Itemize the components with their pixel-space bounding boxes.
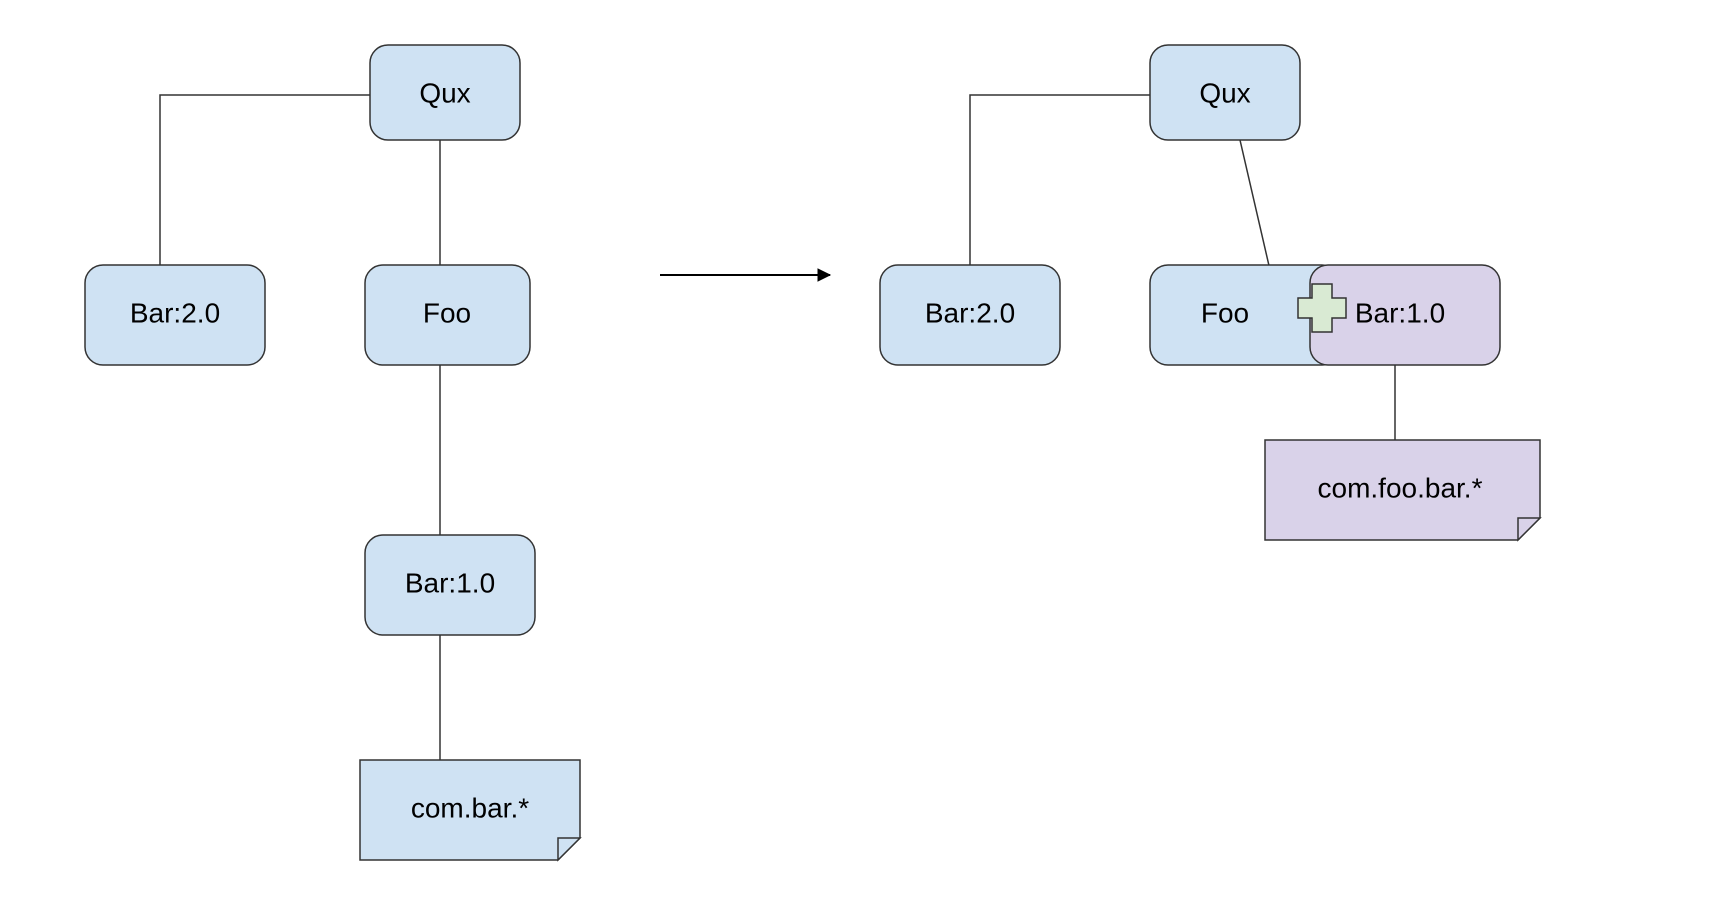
note-comfoobar-right: com.foo.bar.* (1265, 440, 1540, 540)
note-combar-left: com.bar.* (360, 760, 580, 860)
edge-qux-foo-right (1240, 140, 1270, 270)
label-note-right: com.foo.bar.* (1318, 472, 1483, 503)
label-foo-left: Foo (423, 297, 471, 328)
edge-qux-bar20-left (160, 95, 370, 265)
transition-arrow (660, 269, 830, 281)
label-qux-left: Qux (419, 77, 470, 108)
label-bar20-left: Bar:2.0 (130, 297, 220, 328)
label-bar10-right: Bar:1.0 (1355, 297, 1445, 328)
diagram-canvas: Qux Bar:2.0 Foo Bar:1.0 com.bar.* Qux (0, 0, 1726, 922)
node-bar20-right: Bar:2.0 (880, 265, 1060, 365)
label-bar20-right: Bar:2.0 (925, 297, 1015, 328)
label-qux-right: Qux (1199, 77, 1250, 108)
node-foo-left: Foo (365, 265, 530, 365)
node-qux-right: Qux (1150, 45, 1300, 140)
node-bar20-left: Bar:2.0 (85, 265, 265, 365)
label-bar10-left: Bar:1.0 (405, 567, 495, 598)
label-foo-right: Foo (1201, 297, 1249, 328)
edge-qux-bar20-right (970, 95, 1150, 265)
node-bar10-left: Bar:1.0 (365, 535, 535, 635)
label-note-left: com.bar.* (411, 792, 529, 823)
node-qux-left: Qux (370, 45, 520, 140)
